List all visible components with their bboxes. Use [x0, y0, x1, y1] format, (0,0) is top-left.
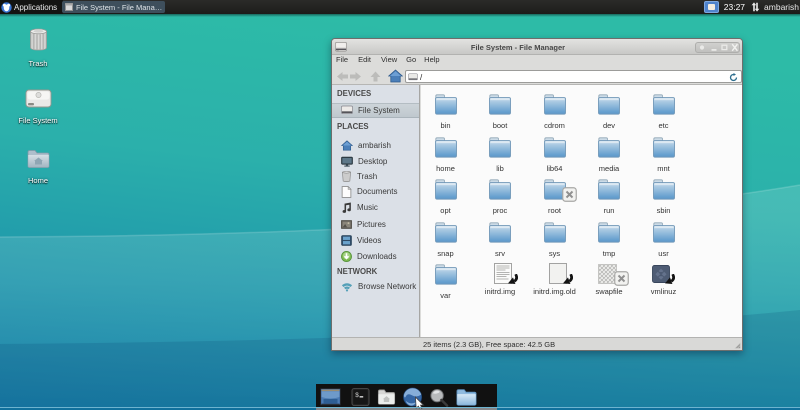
svg-text:$: $ [355, 392, 359, 399]
